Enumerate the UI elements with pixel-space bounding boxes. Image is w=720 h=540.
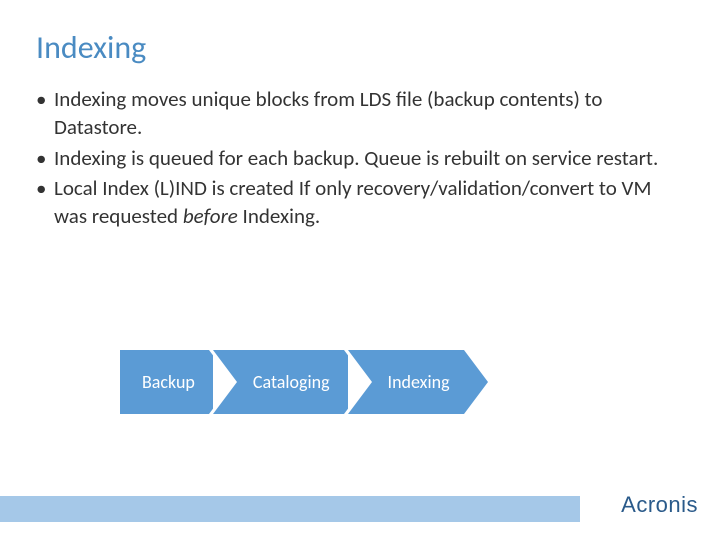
bullet-item: Local Index (L)IND is created If only re… bbox=[36, 174, 684, 231]
flow-step-indexing: Indexing bbox=[348, 350, 488, 414]
bullet-item: Indexing moves unique blocks from LDS fi… bbox=[36, 85, 684, 142]
brand-logo: Acronis bbox=[621, 492, 698, 518]
slide-title: Indexing bbox=[0, 0, 720, 85]
footer-accent-bar bbox=[0, 496, 580, 522]
process-flow: Backup Cataloging Indexing bbox=[120, 350, 488, 414]
flow-step-label: Backup bbox=[142, 371, 195, 393]
bullet-item: Indexing is queued for each backup. Queu… bbox=[36, 144, 684, 172]
flow-step-label: Cataloging bbox=[253, 371, 330, 393]
bullet-list: Indexing moves unique blocks from LDS fi… bbox=[0, 85, 720, 231]
flow-step-label: Indexing bbox=[388, 371, 450, 393]
flow-step-cataloging: Cataloging bbox=[213, 350, 368, 414]
